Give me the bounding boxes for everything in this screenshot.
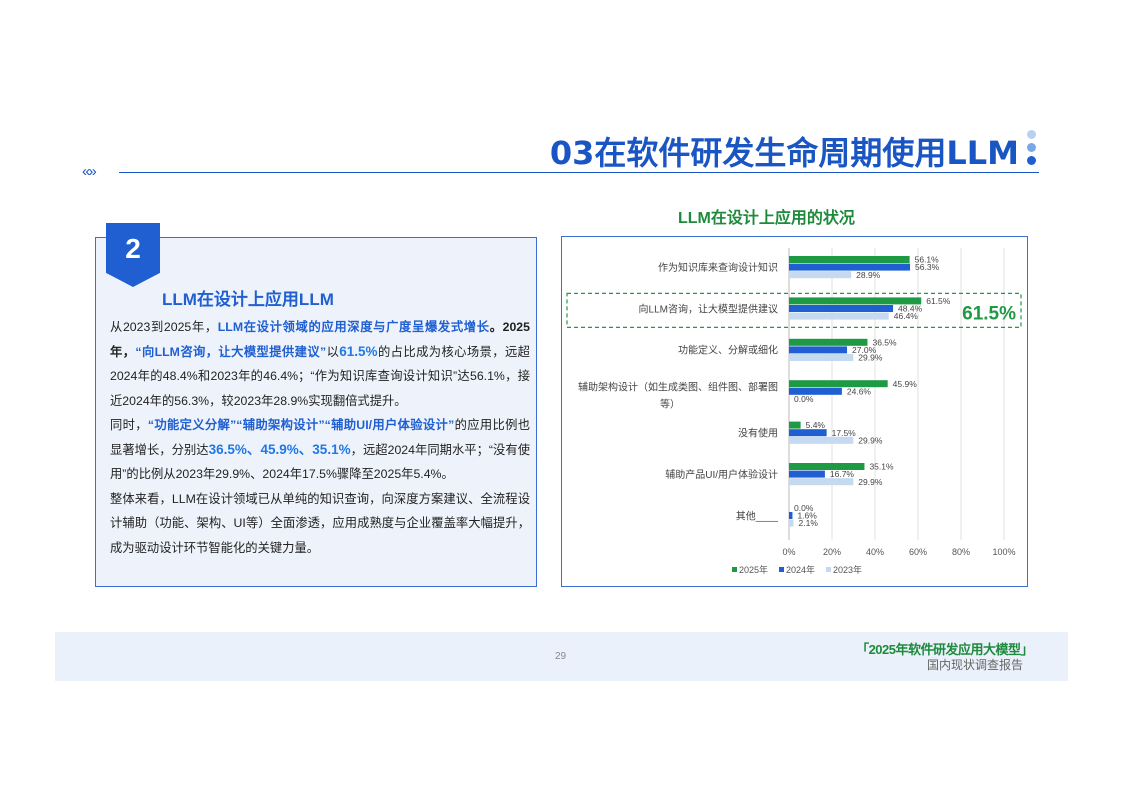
p1-highlight-b: LLM在设计领域的应用深度与广度呈爆发式增长	[217, 320, 490, 334]
dot-mid	[1027, 143, 1036, 152]
chevron-icon: «»	[82, 163, 97, 180]
dot-light	[1027, 130, 1036, 139]
paragraph-1: 从2023到2025年，LLM在设计领域的应用深度与广度呈爆发式增长。2025年…	[110, 315, 530, 413]
title-dots-decoration	[1027, 130, 1037, 169]
chart-frame	[561, 236, 1028, 587]
p2-text-a: 同时，	[110, 418, 148, 432]
dot-dark	[1027, 156, 1036, 165]
p2-highlight-d: 36.5%、45.9%、35.1%	[208, 441, 351, 457]
section-body: 从2023到2025年，LLM在设计领域的应用深度与广度呈爆发式增长。2025年…	[110, 315, 530, 560]
p1-text-a: 从2023到2025年，	[110, 320, 218, 334]
p1-highlight-d: “向LLM咨询，让大模型提供建议”	[135, 344, 327, 359]
p1-text-e: 以	[326, 344, 340, 359]
paragraph-2: 同时，“功能定义分解”“辅助架构设计”“辅助UI/用户体验设计”的应用比例也显著…	[110, 413, 530, 487]
chart-title: LLM在设计上应用的状况	[678, 210, 855, 227]
p1-highlight-f: 61.5%	[339, 343, 378, 359]
paragraph-3: 整体来看，LLM在设计领域已从单纯的知识查询，向深度方案建议、全流程设计辅助（功…	[110, 491, 530, 555]
p2-highlight-b: “功能定义分解”“辅助架构设计”“辅助UI/用户体验设计”	[147, 418, 455, 432]
section-heading: LLM在设计上应用LLM	[162, 290, 334, 309]
page-number: 29	[555, 651, 567, 662]
header-divider	[119, 172, 1039, 173]
footer-subtitle: 国内现状调查报告	[926, 658, 1023, 672]
page-title: 03在软件研发生命周期使用LLM	[549, 134, 1019, 172]
